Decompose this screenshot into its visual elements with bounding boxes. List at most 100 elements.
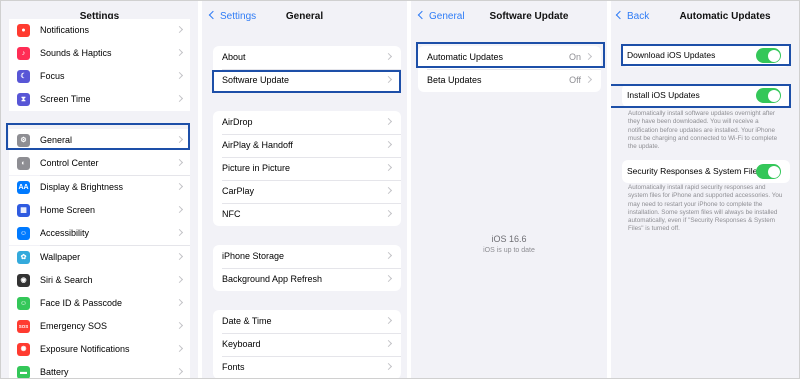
chevron-right-icon bbox=[175, 158, 184, 167]
software-update-nav-bar: General Software Update bbox=[411, 1, 607, 33]
sidebar-item-control-center[interactable]: ◐ Control Center bbox=[9, 152, 190, 175]
row-label: AirDrop bbox=[222, 117, 253, 127]
general-item-background-app-refresh[interactable]: Background App Refresh bbox=[213, 268, 401, 291]
chevron-left-icon bbox=[615, 10, 625, 20]
sidebar-item-display-brightness[interactable]: AA Display & Brightness bbox=[9, 176, 190, 199]
chevron-right-icon bbox=[175, 252, 184, 261]
sidebar-item-label: Wallpaper bbox=[40, 252, 81, 262]
chevron-right-icon bbox=[384, 186, 393, 195]
chevron-right-icon bbox=[175, 344, 184, 353]
automatic-updates-title: Automatic Updates bbox=[679, 11, 771, 22]
sidebar-item-accessibility[interactable]: ☺ Accessibility bbox=[9, 222, 190, 245]
sos-icon: SOS bbox=[17, 320, 30, 333]
chevron-right-icon bbox=[584, 75, 593, 84]
beta-updates-row[interactable]: Beta Updates Off bbox=[418, 69, 601, 92]
general-item-about[interactable]: About bbox=[213, 46, 401, 69]
sidebar-item-label: Sounds & Haptics bbox=[40, 48, 112, 58]
general-item-nfc[interactable]: NFC bbox=[213, 203, 401, 226]
text-size-icon: AA bbox=[17, 181, 30, 194]
general-item-picture-in-picture[interactable]: Picture in Picture bbox=[213, 157, 401, 180]
chevron-left-icon bbox=[417, 10, 427, 20]
row-label: Beta Updates bbox=[427, 75, 482, 85]
chevron-right-icon bbox=[175, 205, 184, 214]
software-update-panel: General Software Update Automatic Update… bbox=[411, 1, 607, 378]
sidebar-item-home-screen[interactable]: ▦ Home Screen bbox=[9, 199, 190, 222]
sidebar-item-label: Screen Time bbox=[40, 94, 91, 104]
chevron-right-icon bbox=[384, 209, 393, 218]
general-item-date-time[interactable]: Date & Time bbox=[213, 310, 401, 333]
chevron-right-icon bbox=[384, 339, 393, 348]
sidebar-item-label: Display & Brightness bbox=[40, 182, 124, 192]
settings-panel: Settings ● Notifications ♪ Sounds & Haptics… bbox=[1, 1, 198, 378]
row-label: Background App Refresh bbox=[222, 274, 323, 284]
chevron-right-icon bbox=[175, 25, 184, 34]
accessibility-icon: ☺ bbox=[17, 227, 30, 240]
chevron-right-icon bbox=[175, 48, 184, 57]
sidebar-item-siri-search[interactable]: ◉ Siri & Search bbox=[9, 269, 190, 292]
sidebar-item-face-id-passcode[interactable]: ☺ Face ID & Passcode bbox=[9, 292, 190, 315]
sidebar-item-notifications[interactable]: ● Notifications bbox=[9, 19, 190, 42]
grid-icon: ▦ bbox=[17, 204, 30, 217]
general-item-airplay-handoff[interactable]: AirPlay & Handoff bbox=[213, 134, 401, 157]
chevron-right-icon bbox=[175, 275, 184, 284]
sidebar-item-label: Accessibility bbox=[40, 228, 90, 238]
chevron-right-icon bbox=[175, 367, 184, 376]
bell-icon: ● bbox=[17, 24, 30, 37]
automatic-updates-nav-bar: Back Automatic Updates bbox=[611, 1, 799, 33]
general-item-airdrop[interactable]: AirDrop bbox=[213, 111, 401, 134]
chevron-right-icon bbox=[175, 298, 184, 307]
sidebar-item-label: Home Screen bbox=[40, 205, 96, 215]
install-description: Automatically install software updates o… bbox=[628, 110, 778, 151]
row-label: AirPlay & Handoff bbox=[222, 140, 293, 150]
sidebar-item-label: Notifications bbox=[40, 25, 90, 35]
general-item-carplay[interactable]: CarPlay bbox=[213, 180, 401, 203]
security-responses-toggle[interactable] bbox=[756, 164, 781, 179]
row-label: Fonts bbox=[222, 362, 245, 372]
sidebar-item-label: Control Center bbox=[40, 158, 99, 168]
software-update-title: Software Update bbox=[489, 11, 569, 22]
chevron-right-icon bbox=[384, 251, 393, 260]
row-label: Keyboard bbox=[222, 339, 261, 349]
row-value: Off bbox=[569, 75, 581, 85]
moon-icon: ☾ bbox=[17, 70, 30, 83]
sidebar-item-focus[interactable]: ☾ Focus bbox=[9, 65, 190, 88]
security-description: Automatically install rapid security res… bbox=[628, 184, 783, 233]
sidebar-item-label: Emergency SOS bbox=[40, 321, 108, 331]
automatic-updates-panel: Back Automatic Updates Download iOS Upda… bbox=[611, 1, 799, 378]
general-group: iPhone Storage Background App Refresh bbox=[213, 245, 401, 291]
toggles-icon: ◐ bbox=[17, 157, 30, 170]
sidebar-item-exposure-notifications[interactable]: ✺ Exposure Notifications bbox=[9, 338, 190, 361]
chevron-right-icon bbox=[175, 182, 184, 191]
security-group: Security Responses & System Files bbox=[622, 160, 790, 183]
general-nav-bar: Settings General bbox=[202, 1, 407, 33]
install-updates-highlight bbox=[611, 84, 791, 108]
sidebar-item-sounds-haptics[interactable]: ♪ Sounds & Haptics bbox=[9, 42, 190, 65]
sidebar-item-label: Exposure Notifications bbox=[40, 344, 130, 354]
chevron-right-icon bbox=[384, 274, 393, 283]
download-updates-highlight bbox=[621, 44, 791, 66]
general-item-iphone-storage[interactable]: iPhone Storage bbox=[213, 245, 401, 268]
chevron-right-icon bbox=[384, 140, 393, 149]
general-item-keyboard[interactable]: Keyboard bbox=[213, 333, 401, 356]
ios-version: iOS 16.6 bbox=[491, 234, 527, 244]
chevron-right-icon bbox=[384, 52, 393, 61]
hourglass-icon: ⧗ bbox=[17, 93, 30, 106]
chevron-right-icon bbox=[384, 316, 393, 325]
back-button[interactable]: Back bbox=[615, 10, 650, 22]
chevron-right-icon bbox=[175, 228, 184, 237]
general-title: General bbox=[285, 11, 324, 22]
sidebar-item-screen-time[interactable]: ⧗ Screen Time bbox=[9, 88, 190, 111]
sidebar-item-label: Battery bbox=[40, 367, 69, 377]
general-item-fonts[interactable]: Fonts bbox=[213, 356, 401, 378]
sidebar-item-emergency-sos[interactable]: SOS Emergency SOS bbox=[9, 315, 190, 338]
row-label: Picture in Picture bbox=[222, 163, 291, 173]
software-update-highlight bbox=[212, 70, 401, 93]
back-label: Back bbox=[627, 11, 650, 22]
sidebar-item-wallpaper[interactable]: ✿ Wallpaper bbox=[9, 246, 190, 269]
row-label: NFC bbox=[222, 209, 241, 219]
row-label: CarPlay bbox=[222, 186, 255, 196]
chevron-right-icon bbox=[175, 94, 184, 103]
sidebar-item-battery[interactable]: ▬ Battery bbox=[9, 361, 190, 378]
chevron-right-icon bbox=[384, 163, 393, 172]
battery-icon: ▬ bbox=[17, 366, 30, 378]
